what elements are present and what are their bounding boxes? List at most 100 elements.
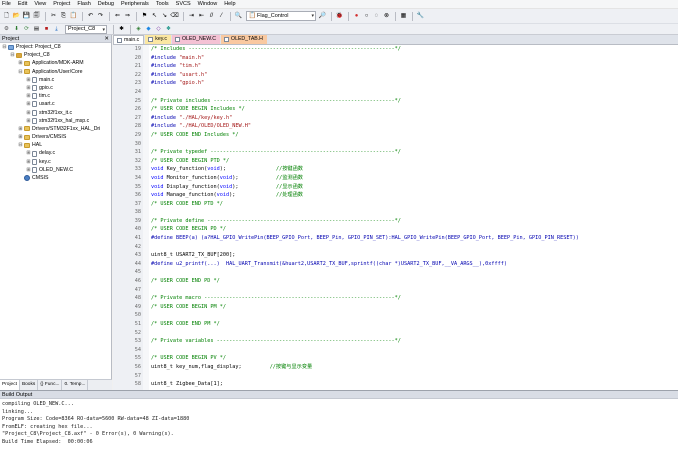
rebuild-icon[interactable]: ⟳ (22, 25, 31, 33)
expand-icon[interactable]: ⊞ (26, 166, 31, 174)
code-text: /* Private variables -------------------… (151, 338, 401, 345)
menu-item-debug[interactable]: Debug (98, 0, 114, 9)
tree-node[interactable]: ⊞ delay.c (0, 149, 111, 157)
open-file-icon[interactable]: 📂 (12, 12, 21, 21)
disable-breakpoints-icon[interactable]: ◌ (372, 12, 381, 21)
editor-tab-oled-new-c[interactable]: OLED_NEW.C (172, 35, 221, 44)
comment-icon[interactable]: // (207, 12, 216, 21)
tree-node[interactable]: ⊞ stm32f1xx_it.c (0, 109, 111, 117)
undo-icon[interactable]: ↶ (86, 12, 95, 21)
menu-item-flash[interactable]: Flash (77, 0, 90, 9)
expand-icon[interactable]: ⊞ (26, 100, 31, 108)
tree-node[interactable]: ⊞ Drivers/STM32F1xx_HAL_Dri (0, 125, 111, 133)
prev-bookmark-icon[interactable]: ↖ (150, 12, 159, 21)
chevron-down-icon: ▾ (311, 13, 314, 19)
configure-icon[interactable]: 🔧 (416, 12, 425, 21)
tree-node[interactable]: ⊟ Project_C8 (0, 51, 111, 59)
find-combo[interactable]: 📋 Flag_Control ▾ (246, 11, 316, 21)
cut-icon[interactable]: ✂ (49, 12, 58, 21)
batch-build-icon[interactable]: ▤ (32, 25, 41, 33)
nav-forward-icon[interactable]: ⇒ (123, 12, 132, 21)
editor-tab-key-c[interactable]: key.c (145, 35, 172, 44)
menu-item-project[interactable]: Project (53, 0, 70, 9)
menu-item-file[interactable]: File (2, 0, 11, 9)
find-in-files-icon[interactable]: 🔍 (234, 12, 243, 21)
panel-tab-4[interactable]: 0. Temp... (62, 380, 89, 390)
indent-icon[interactable]: ⇥ (187, 12, 196, 21)
tree-node[interactable]: ⊞ usart.c (0, 100, 111, 108)
tree-node[interactable]: ⊟ HAL (0, 141, 111, 149)
line-number: 25 (134, 97, 141, 104)
save-icon[interactable]: 💾 (22, 12, 31, 21)
collapse-icon[interactable]: ⊟ (18, 141, 23, 149)
editor-tab-oled-tab-h[interactable]: OLED_TAB.H (221, 35, 267, 44)
enable-breakpoint-icon[interactable]: ○ (362, 12, 371, 21)
kill-breakpoints-icon[interactable]: ⊗ (382, 12, 391, 21)
pack-installer-icon[interactable]: ◆ (144, 25, 153, 33)
uncomment-icon[interactable]: ⁄ (217, 12, 226, 21)
manage-components-icon[interactable]: ◈ (134, 25, 143, 33)
tree-node[interactable]: ⊞ tim.c (0, 92, 111, 100)
panel-tab-3[interactable]: {} Func... (38, 380, 63, 390)
menu-item-window[interactable]: Window (198, 0, 218, 9)
stop-build-icon[interactable]: ■ (42, 25, 51, 33)
panel-tab-1[interactable]: Project (0, 380, 20, 390)
target-combo[interactable]: Project_C8 ▾ (65, 24, 107, 34)
menu-item-view[interactable]: View (34, 0, 46, 9)
close-icon[interactable]: ✕ (104, 35, 109, 43)
code-area[interactable]: 19 /* Includes --------------------------… (113, 45, 678, 390)
tree-node[interactable]: ⊞ main.c (0, 76, 111, 84)
tree-node[interactable]: ⊞ stm32f1xx_hal_msp.c (0, 117, 111, 125)
bookmark-icon[interactable]: ⚑ (140, 12, 149, 21)
expand-icon[interactable]: ⊞ (26, 84, 31, 92)
compile-icon[interactable]: ⚙ (2, 25, 11, 33)
find-icon[interactable]: 🔎 (318, 12, 327, 21)
redo-icon[interactable]: ↷ (96, 12, 105, 21)
unindent-icon[interactable]: ⇤ (197, 12, 206, 21)
collapse-icon[interactable]: ⊟ (18, 68, 23, 76)
tree-node[interactable]: ⊞ OLED_NEW.C (0, 166, 111, 174)
expand-icon[interactable]: ⊞ (26, 117, 31, 125)
expand-icon[interactable]: ⊞ (26, 109, 31, 117)
download-icon[interactable]: ⤓ (52, 25, 61, 33)
menu-item-help[interactable]: Help (224, 0, 235, 9)
paste-icon[interactable]: 📋 (69, 12, 78, 21)
build-output-text[interactable]: compiling OLED_NEW.C... linking... Program… (0, 399, 678, 447)
next-bookmark-icon[interactable]: ↘ (160, 12, 169, 21)
tree-node[interactable]: ⊞ gpio.c (0, 84, 111, 92)
expand-icon[interactable]: ⊞ (18, 59, 23, 67)
copy-icon[interactable]: ⎘ (59, 12, 68, 21)
expand-icon[interactable]: ⊞ (26, 158, 31, 166)
tree-node[interactable]: CMSIS (0, 174, 111, 182)
build-icon[interactable]: ⬇ (12, 25, 21, 33)
select-software-packs-icon[interactable]: ◇ (154, 25, 163, 33)
expand-icon[interactable]: ⊞ (18, 125, 23, 133)
save-all-icon[interactable]: 🗐 (32, 12, 41, 21)
panel-tab-2[interactable]: Books (20, 380, 39, 390)
expand-icon[interactable]: ⊞ (18, 133, 23, 141)
expand-icon[interactable]: ⊞ (26, 149, 31, 157)
component-icon[interactable]: ❖ (164, 25, 173, 33)
nav-back-icon[interactable]: ⇐ (113, 12, 122, 21)
window-layout-icon[interactable]: ▦ (399, 12, 408, 21)
clear-bookmarks-icon[interactable]: ⌫ (170, 12, 179, 21)
menu-item-svcs[interactable]: SVCS (176, 0, 191, 9)
debug-start-icon[interactable]: 🐞 (335, 12, 344, 21)
menu-item-edit[interactable]: Edit (18, 0, 27, 9)
expand-icon[interactable]: ⊞ (26, 76, 31, 84)
tree-node[interactable]: ⊟ Project: Project_C8 (0, 43, 111, 51)
breakpoint-icon[interactable]: ● (352, 12, 361, 21)
tree-node[interactable]: ⊟ Application/User/Core (0, 68, 111, 76)
collapse-icon[interactable]: ⊟ (2, 43, 7, 51)
tree-node[interactable]: ⊞ Drivers/CMSIS (0, 133, 111, 141)
tree-node[interactable]: ⊞ key.c (0, 158, 111, 166)
options-icon[interactable]: ✱ (117, 25, 126, 33)
expand-icon[interactable]: ⊞ (26, 92, 31, 100)
tree-node[interactable]: ⊞ Application/MDK-ARM (0, 59, 111, 67)
editor-tab-main-c[interactable]: main.c (113, 35, 145, 44)
code-text: void Monitor_function(void); //监测函数 (151, 174, 303, 181)
menu-item-peripherals[interactable]: Peripherals (121, 0, 149, 9)
collapse-icon[interactable]: ⊟ (10, 51, 15, 59)
new-file-icon[interactable]: 🗋 (2, 12, 11, 21)
menu-item-tools[interactable]: Tools (156, 0, 169, 9)
